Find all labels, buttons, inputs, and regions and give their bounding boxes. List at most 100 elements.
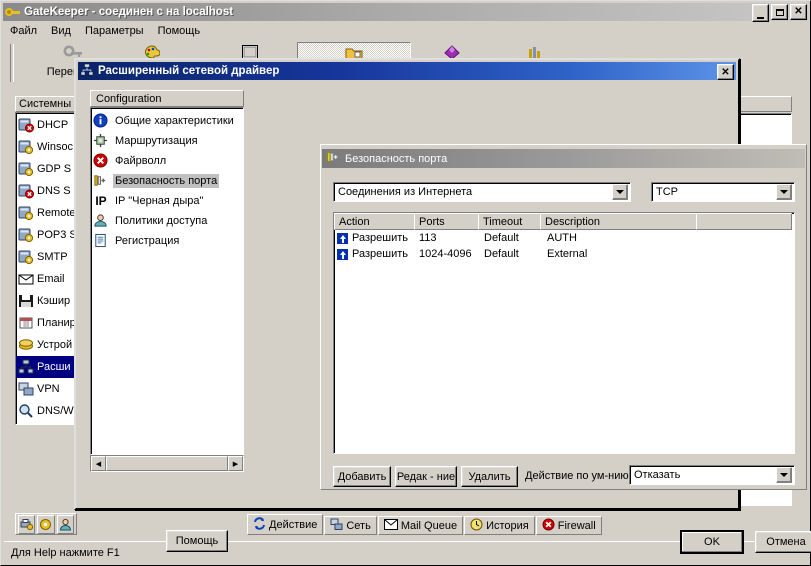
envelope-icon [18, 271, 34, 287]
vpn-icon [18, 381, 34, 397]
sidebar-item-label: POP3 S [37, 229, 76, 241]
gear-icon[interactable] [37, 514, 55, 534]
configuration-hscrollbar[interactable]: ◀ ▶ [90, 455, 244, 472]
tab-mail-queue[interactable]: Mail Queue [377, 516, 464, 535]
config-item-label: Регистрация [115, 235, 180, 247]
pane-header-label: Безопасность порта [345, 152, 448, 165]
column-header-ports[interactable]: Ports [414, 213, 479, 230]
main-sidebar-caption: Системны [15, 96, 77, 112]
menu-item-options[interactable]: Параметры [78, 24, 151, 38]
tab-network[interactable]: Сеть [324, 516, 377, 535]
sidebar-item-email[interactable]: Email [16, 268, 76, 290]
main-sidebar-list[interactable]: DHCP Winsoc GDP S DNS S Remote POP3 S SM… [15, 112, 77, 425]
menu-item-view[interactable]: Вид [44, 24, 78, 38]
sidebar-item-remote[interactable]: Remote [16, 202, 76, 224]
tab-action[interactable]: Действие [247, 514, 324, 535]
chevron-down-icon[interactable] [612, 184, 628, 200]
refresh-icon [253, 516, 266, 533]
menu-item-file[interactable]: Файл [3, 24, 44, 38]
config-item-ip-blackhole[interactable]: IP IP "Черная дыра" [93, 191, 243, 211]
cell-ports: 1024-4096 [419, 248, 472, 260]
floppy-icon [18, 293, 34, 309]
network-icon [18, 359, 34, 375]
server-error-icon [18, 117, 34, 133]
ok-button[interactable]: OK [681, 531, 743, 553]
table-row[interactable]: Разрешить 1024-4096 Default External [334, 246, 794, 262]
scroll-left-arrow-icon[interactable]: ◀ [91, 456, 106, 471]
tab-history[interactable]: История [464, 516, 535, 535]
column-header-action[interactable]: Action [334, 213, 415, 230]
sidebar-item-label: DNS/W [37, 405, 74, 417]
bottom-tab-bar: Действие Сеть Mail Queue История Firewal… [247, 514, 603, 535]
sidebar-toolbar [15, 513, 77, 535]
port-security-icon [93, 173, 109, 189]
sidebar-item-scheduler[interactable]: Планир [16, 312, 76, 334]
sidebar-item-server[interactable]: Server [16, 422, 76, 424]
sidebar-item-pop3[interactable]: POP3 S [16, 224, 76, 246]
sidebar-item-dns-wins[interactable]: DNS/W [16, 400, 76, 422]
config-item-access-policies[interactable]: Политики доступа [93, 211, 243, 231]
configuration-tree[interactable]: Общие характеристики Маршрутизация Файрв… [90, 107, 244, 455]
table-row[interactable]: Разрешить 113 Default AUTH [334, 230, 794, 246]
default-action-value: Отказать [634, 469, 681, 481]
sidebar-item-label: Winsoc [37, 141, 74, 153]
delete-button[interactable]: Удалить [461, 466, 518, 487]
sidebar-item-label: Расши [37, 361, 71, 373]
sidebar-item-label: DNS S [37, 185, 71, 197]
maximize-button[interactable] [771, 4, 788, 20]
sidebar-item-dhcp[interactable]: DHCP [16, 114, 76, 136]
column-header-timeout[interactable]: Timeout [478, 213, 541, 230]
sidebar-item-label: Устрой [37, 339, 73, 351]
cell-ports: 113 [419, 232, 437, 244]
dialog-close-button[interactable]: ✕ [717, 64, 734, 80]
config-item-label: Общие характеристики [115, 115, 234, 127]
sidebar-item-label: VPN [37, 383, 60, 395]
sidebar-item-devices[interactable]: Устрой [16, 334, 76, 356]
port-security-icon [326, 150, 340, 167]
connection-filter-combo[interactable]: Соединения из Интернета [333, 182, 631, 202]
sidebar-item-cache[interactable]: Кэшир [16, 290, 76, 312]
close-button[interactable]: ✕ [790, 4, 807, 20]
tab-firewall[interactable]: Firewall [535, 516, 602, 535]
column-header-description[interactable]: Description [540, 213, 697, 230]
sidebar-item-gdp[interactable]: GDP S [16, 158, 76, 180]
column-header-extra[interactable] [696, 213, 792, 230]
config-item-firewall[interactable]: Файрволл [93, 151, 243, 171]
sidebar-item-extended-driver[interactable]: Расши [16, 356, 76, 378]
config-item-registration[interactable]: Регистрация [93, 231, 243, 251]
protocol-filter-combo[interactable]: TCP [651, 182, 795, 202]
window-controls: ✕ [752, 4, 807, 22]
sidebar-item-winsock[interactable]: Winsoc [16, 136, 76, 158]
menu-item-help[interactable]: Помощь [151, 24, 208, 38]
cancel-button[interactable]: Отмена [755, 531, 811, 553]
chevron-down-icon[interactable] [776, 184, 792, 200]
config-item-label: Маршрутизация [115, 135, 198, 147]
config-item-general[interactable]: Общие характеристики [93, 111, 243, 131]
add-button[interactable]: Добавить [333, 466, 391, 487]
config-item-routing[interactable]: Маршрутизация [93, 131, 243, 151]
port-rules-table[interactable]: Action Ports Timeout Description Разреши… [333, 212, 795, 454]
router-icon [93, 133, 109, 149]
cell-action-label: Разрешить [352, 248, 408, 260]
sidebar-item-smtp[interactable]: SMTP [16, 246, 76, 268]
cell-timeout: Default [484, 248, 519, 260]
scroll-thumb[interactable] [106, 456, 228, 471]
firewall-error-icon [542, 518, 555, 534]
user-icon[interactable] [56, 514, 74, 534]
scroll-right-arrow-icon[interactable]: ▶ [228, 456, 243, 471]
sidebar-item-label: SMTP [37, 251, 68, 263]
help-button[interactable]: Помощь [166, 530, 228, 552]
server-gear-icon [18, 227, 34, 243]
sidebar-item-vpn[interactable]: VPN [16, 378, 76, 400]
minimize-button[interactable] [752, 4, 769, 22]
default-action-combo[interactable]: Отказать [629, 465, 795, 485]
chevron-down-icon[interactable] [776, 467, 792, 483]
config-item-port-security[interactable]: Безопасность порта [93, 171, 243, 191]
main-sidebar: Системны DHCP Winsoc GDP S DNS S Remote … [15, 96, 77, 426]
menu-bar: Файл Вид Параметры Помощь [3, 22, 808, 39]
edit-button[interactable]: Редак - ние [395, 466, 457, 487]
config-item-label: IP "Черная дыра" [115, 195, 204, 207]
printer-gear-icon[interactable] [18, 514, 36, 534]
calendar-icon [18, 315, 34, 331]
sidebar-item-dns[interactable]: DNS S [16, 180, 76, 202]
